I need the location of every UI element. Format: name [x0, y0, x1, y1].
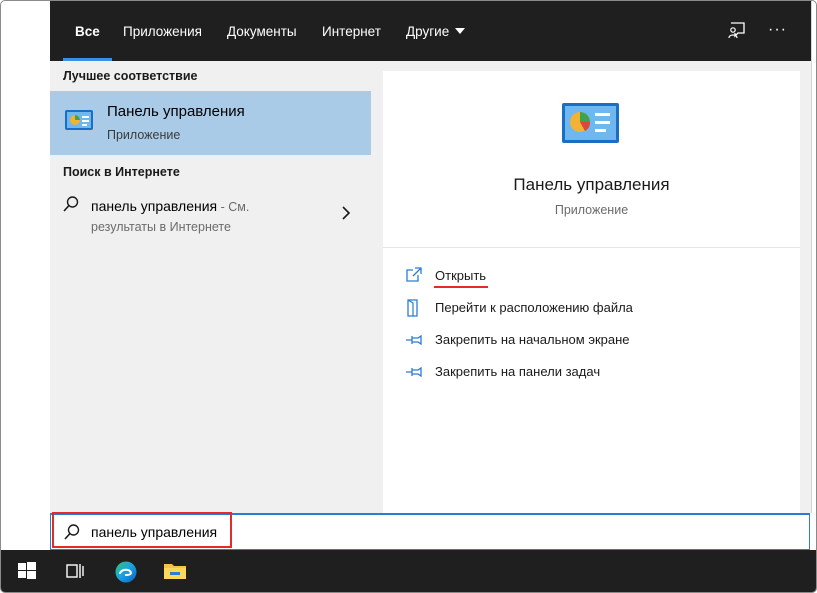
action-open[interactable]: Открыть [405, 265, 785, 288]
search-icon [62, 195, 80, 216]
web-result-query-text: панель управления [91, 198, 218, 214]
control-panel-icon [64, 108, 94, 137]
web-result-hint-line2: результаты в Интернете [91, 220, 231, 234]
chevron-right-icon[interactable] [341, 206, 351, 223]
web-result-query: панель управления - См. [91, 198, 249, 214]
web-result-hint: - См. [217, 200, 250, 214]
pin-icon [405, 331, 423, 350]
tab-other-label: Другие [406, 24, 450, 39]
best-match-item[interactable]: Панель управления Приложение [50, 91, 371, 155]
tab-apps[interactable]: Приложения [123, 1, 202, 61]
file-explorer-icon[interactable] [151, 550, 199, 592]
preview-title: Панель управления [513, 175, 670, 194]
search-tabs-bar: Все Приложения Документы Интернет Другие… [50, 1, 811, 61]
tab-internet[interactable]: Интернет [322, 1, 381, 61]
preview-subtitle: Приложение [554, 203, 629, 217]
open-icon [405, 267, 423, 286]
feedback-icon[interactable] [727, 21, 749, 43]
action-pin-taskbar-label: Закрепить на панели задач [435, 364, 601, 379]
windows-start-icon[interactable] [4, 550, 52, 592]
search-box[interactable]: панель управления [50, 513, 810, 550]
file-location-icon [405, 299, 421, 320]
action-pin-start[interactable]: Закрепить на начальном экране [405, 329, 785, 351]
results-list: Лучшее соответствие Панель управления Пр… [50, 61, 371, 513]
screenshot-frame: Все Приложения Документы Интернет Другие… [0, 0, 817, 593]
pin-icon [405, 363, 423, 382]
control-panel-large-icon [561, 101, 621, 150]
action-pin-taskbar[interactable]: Закрепить на панели задач [405, 361, 785, 383]
best-match-name: Панель управления [107, 103, 245, 120]
action-open-label: Открыть [435, 268, 487, 283]
search-panel: Все Приложения Документы Интернет Другие… [50, 1, 812, 513]
tab-other[interactable]: Другие [406, 1, 466, 61]
preview-pane: Панель управления Приложение Открыть Пер… [383, 71, 800, 513]
edge-icon[interactable] [102, 550, 150, 592]
web-result-item[interactable]: панель управления - См. результаты в Инт… [50, 189, 371, 239]
web-search-heading: Поиск в Интернете [63, 165, 180, 179]
search-icon [63, 523, 81, 544]
action-pin-start-label: Закрепить на начальном экране [435, 332, 630, 347]
best-match-heading: Лучшее соответствие [63, 69, 198, 83]
search-input-value[interactable]: панель управления [91, 524, 217, 540]
preview-divider [383, 247, 800, 248]
caret-down-icon [455, 28, 466, 34]
tab-documents[interactable]: Документы [227, 1, 297, 61]
action-file-location-label: Перейти к расположению файла [435, 300, 633, 315]
more-icon[interactable]: ··· [768, 21, 790, 43]
task-view-icon[interactable] [52, 550, 100, 592]
action-file-location[interactable]: Перейти к расположению файла [405, 297, 785, 319]
annotation-underline [434, 286, 488, 288]
tab-all[interactable]: Все [63, 1, 112, 61]
taskbar [1, 550, 816, 592]
best-match-type: Приложение [107, 128, 181, 142]
